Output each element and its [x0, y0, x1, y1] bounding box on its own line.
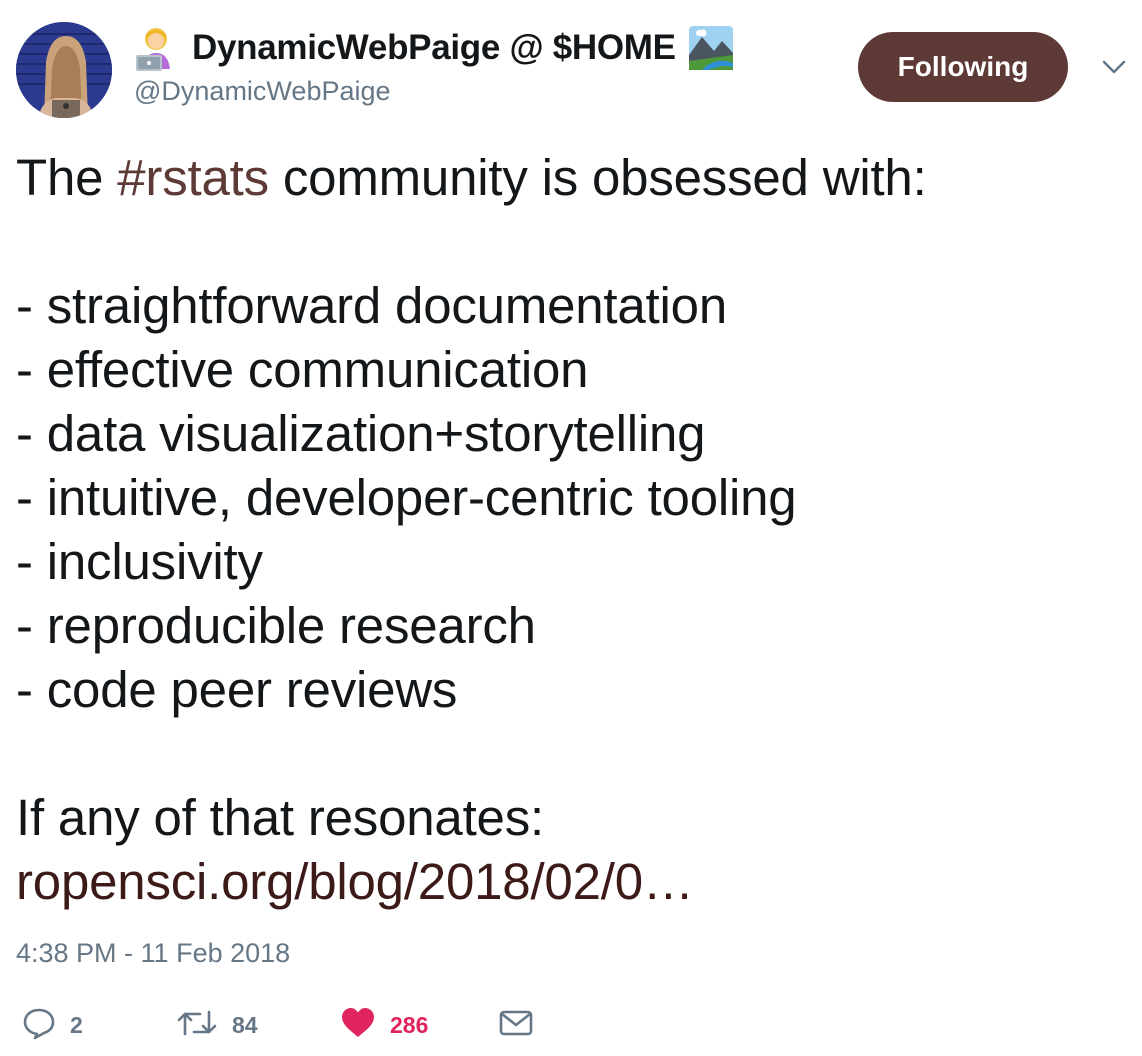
- closing-line: If any of that resonates:: [16, 789, 544, 846]
- tweet-text: The #rstats community is obsessed with: …: [16, 146, 1126, 914]
- direct-message-button[interactable]: [498, 1004, 534, 1046]
- author-handle[interactable]: @DynamicWebPaige: [134, 74, 794, 108]
- national-park-emoji-icon: [688, 25, 734, 71]
- tweet-card: DynamicWebPaige @ $HOME @DynamicWebPaige…: [0, 0, 1142, 1056]
- reply-button[interactable]: 2: [22, 1004, 83, 1046]
- list-item: - reproducible research: [16, 597, 536, 654]
- retweet-icon: [176, 1006, 218, 1045]
- list-item: - inclusivity: [16, 533, 263, 590]
- author-block: DynamicWebPaige @ $HOME @DynamicWebPaige: [134, 22, 794, 108]
- list-item: - effective communication: [16, 341, 589, 398]
- link-ellipsis[interactable]: …: [643, 853, 694, 910]
- heart-icon: [340, 1006, 376, 1045]
- name-row: DynamicWebPaige @ $HOME: [134, 22, 794, 74]
- woman-technologist-emoji-icon: [134, 25, 180, 71]
- retweet-count: 84: [232, 1011, 258, 1038]
- list-item: - straightforward documentation: [16, 277, 727, 334]
- following-button[interactable]: Following: [858, 32, 1068, 102]
- action-bar: 2 84 286: [22, 1004, 722, 1046]
- speech-bubble-icon: [22, 1006, 56, 1045]
- blog-link[interactable]: ropensci.org/blog/2018/02/0: [16, 853, 643, 910]
- link-line: ropensci.org/blog/2018/02/0…: [16, 850, 1126, 914]
- display-name[interactable]: DynamicWebPaige @ $HOME: [192, 28, 676, 68]
- list-item: - code peer reviews: [16, 661, 458, 718]
- envelope-icon: [498, 1008, 534, 1043]
- like-count: 286: [390, 1011, 429, 1038]
- reply-count: 2: [70, 1011, 83, 1038]
- avatar[interactable]: [16, 22, 112, 118]
- list-item: - intuitive, developer-centric tooling: [16, 469, 797, 526]
- tweet-intro-line: The #rstats community is obsessed with:: [16, 146, 1126, 210]
- tweet-timestamp[interactable]: 4:38 PM - 11 Feb 2018: [16, 938, 290, 969]
- chevron-down-icon[interactable]: [1100, 56, 1128, 78]
- intro-suffix: community is obsessed with:: [268, 149, 927, 206]
- like-button[interactable]: 286: [340, 1004, 428, 1046]
- intro-prefix: The: [16, 149, 118, 206]
- retweet-button[interactable]: 84: [176, 1004, 258, 1046]
- list-item: - data visualization+storytelling: [16, 405, 706, 462]
- hashtag-link[interactable]: #rstats: [117, 149, 269, 206]
